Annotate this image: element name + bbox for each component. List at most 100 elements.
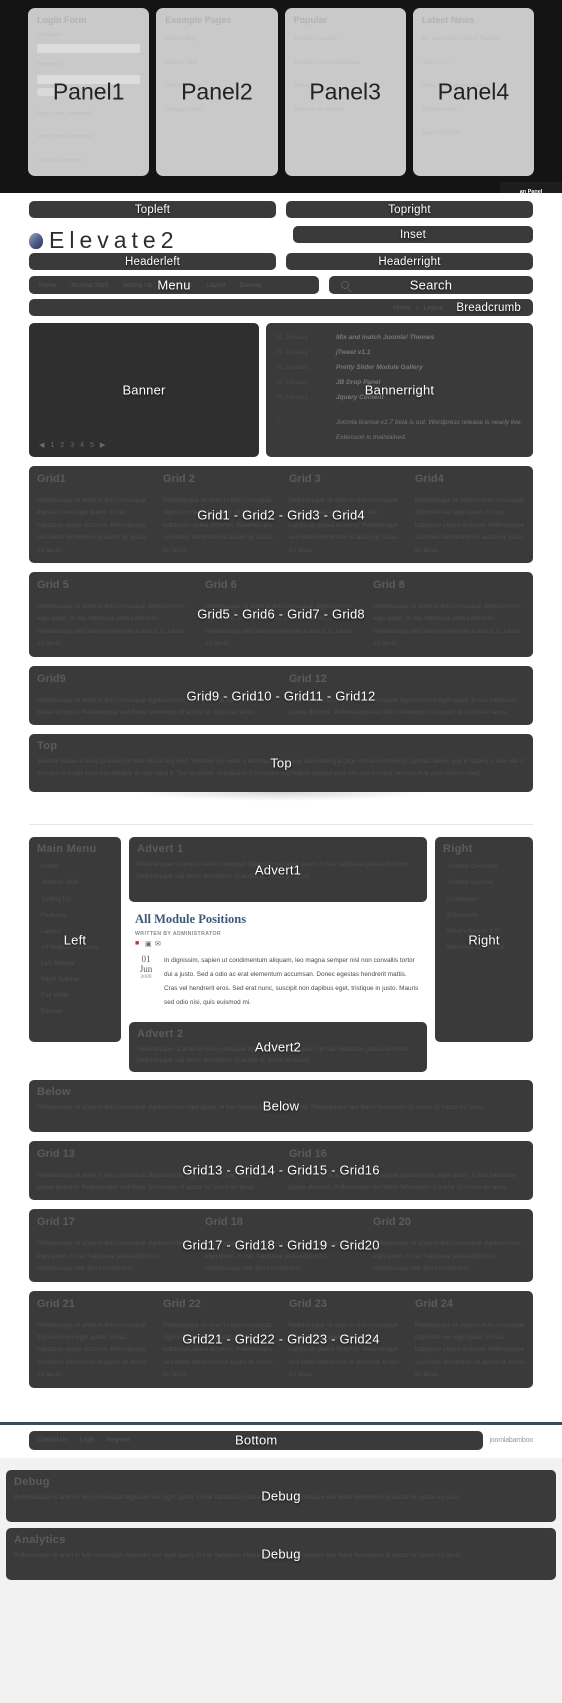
slider-dot[interactable]: 4: [80, 442, 84, 449]
funnel-icon: ▽: [276, 418, 281, 426]
panel-link[interactable]: Section Table: [156, 49, 277, 73]
list-item[interactable]: 01 January jTweet v1.1: [266, 346, 533, 361]
position-grid-1-4[interactable]: Grid1 Pellentesque sit amet in felis con…: [29, 466, 533, 564]
position-bannerright[interactable]: 01 January Mix and match Joomla! Themes …: [266, 323, 533, 457]
panel-card-login-form[interactable]: Login Form Username Password Forgot your…: [28, 8, 150, 176]
print-icon[interactable]: ▣: [145, 940, 153, 948]
position-topright[interactable]: Topright: [286, 201, 533, 218]
list-item[interactable]: 01 January Mix and match Joomla! Themes: [266, 331, 533, 346]
footer-link-login[interactable]: Login: [80, 1437, 95, 1444]
position-right[interactable]: Right Joomla! Overview Joomla! License G…: [435, 837, 533, 1043]
menu-item[interactable]: All Module Positions: [41, 940, 113, 956]
nav-item-layout[interactable]: Layout: [206, 282, 226, 289]
email-icon[interactable]: ✉: [155, 940, 163, 948]
panel-link[interactable]: Section Blog: [156, 25, 277, 49]
list-item[interactable]: What's New in 1.5?: [447, 924, 525, 940]
create-account-link[interactable]: Create an account: [28, 147, 149, 171]
panel-overlay-label: Panel2: [181, 78, 253, 105]
footer-link-contact-us[interactable]: Contact Us: [37, 1437, 68, 1444]
horizontal-rule: [29, 824, 533, 826]
position-topleft[interactable]: Topleft: [29, 201, 276, 218]
username-input[interactable]: [37, 44, 141, 54]
panel-card-popular[interactable]: Popular Joomla! Overview Joomla! License…: [284, 8, 406, 176]
nav-item-home[interactable]: Home: [39, 282, 56, 289]
position-search[interactable]: Search: [329, 276, 533, 294]
slider-next-icon[interactable]: ▶: [100, 441, 105, 449]
article-date-year: 2009: [140, 974, 152, 981]
menu-item[interactable]: Full Width: [41, 988, 113, 1004]
list-item[interactable]: Joomla! License Guidelines: [447, 875, 525, 907]
slider-dot[interactable]: 3: [70, 442, 74, 449]
position-grid-5-8[interactable]: Grid 5 Pellentesque sit amet in felis co…: [29, 572, 533, 657]
menu-item[interactable]: Joomla! Stuff: [41, 875, 113, 891]
grid-cell: Grid 13 Pellentesque sit amet in felis c…: [29, 1141, 281, 1195]
forgot-username-link[interactable]: Forgot your username?: [28, 123, 149, 147]
position-breadcrumb[interactable]: Home › Layout Breadcrumb: [29, 299, 533, 316]
list-item[interactable]: Welcome to Joomla!: [447, 940, 525, 956]
list-item[interactable]: Extensions: [447, 908, 525, 924]
panel-link[interactable]: jTweet v1.1: [413, 49, 534, 73]
slider-dot[interactable]: 1: [50, 442, 54, 449]
menu-item[interactable]: Right Sidebar: [41, 972, 113, 988]
menu-item[interactable]: Features: [41, 908, 113, 924]
breadcrumb-item-layout[interactable]: Layout: [423, 304, 443, 311]
panel-link[interactable]: Mix and match Joomla! Themes: [413, 25, 534, 49]
position-grid-17-20[interactable]: Grid 17 Pellentesque sit amet in felis c…: [29, 1209, 533, 1282]
list-item[interactable]: 01 January JB Drop Panel: [266, 376, 533, 391]
position-debug[interactable]: Debug Pellentesque sit amet in felis con…: [6, 1470, 556, 1522]
nav-item-features[interactable]: Features: [167, 282, 193, 289]
position-banner[interactable]: ◀ 1 2 3 4 5 ▶ Banner: [29, 323, 259, 457]
position-grid-9-12[interactable]: Grid9 Pellentesque sit amet in felis con…: [29, 665, 533, 726]
panel-card-latest-news[interactable]: Latest News Mix and match Joomla! Themes…: [412, 8, 534, 176]
nav-item-setting-up[interactable]: Setting Up: [122, 282, 152, 289]
position-grid-13-16[interactable]: Grid 13 Pellentesque sit amet in felis c…: [29, 1140, 533, 1201]
position-inset[interactable]: Inset: [293, 226, 533, 243]
site-logo[interactable]: Elevate2: [29, 227, 179, 254]
position-below[interactable]: Below Pellentesque sit amet in felis con…: [29, 1079, 533, 1132]
menu-item[interactable]: Setting Up: [41, 892, 113, 908]
footer-link-register[interactable]: Register: [107, 1437, 130, 1444]
list-item[interactable]: Joomla! Overview: [447, 859, 525, 875]
joomlabamboo-logo[interactable]: joomlabamboo: [489, 1437, 533, 1444]
menu-item[interactable]: Elevate: [41, 1004, 113, 1020]
module-body: Pellentesque sit amet in felis consequat…: [14, 1552, 462, 1559]
grid-cell-body: Pellentesque sit amet in felis consequat…: [205, 603, 353, 648]
panel-link[interactable]: Jquery Content: [413, 119, 534, 143]
position-menu[interactable]: Home Joomla! Stuff Setting Up Features L…: [29, 276, 319, 294]
position-grid-21-24[interactable]: Grid 21 Pellentesque sit amet in felis c…: [29, 1290, 533, 1388]
breadcrumb-item-home[interactable]: Home: [393, 304, 410, 311]
menu-item[interactable]: Left Sidebar: [41, 956, 113, 972]
list-item[interactable]: 01 January Jquery Content: [266, 391, 533, 406]
article-date-month: Jun: [139, 964, 153, 975]
module-body: Joomla! makes it easy to launch a Web si…: [37, 758, 525, 777]
panel-link[interactable]: Joomla! Overview: [285, 25, 406, 49]
panel-link[interactable]: Joomla! License Guidelines: [285, 49, 406, 73]
nav-item-elevate[interactable]: Elevate: [240, 282, 262, 289]
position-left[interactable]: Main Menu Home Joomla! Stuff Setting Up …: [29, 837, 121, 1043]
position-headerright[interactable]: Headerright: [286, 253, 533, 270]
menu-item[interactable]: Layout: [41, 924, 113, 940]
list-item[interactable]: 01 January Pretty Slider Module Gallery: [266, 361, 533, 376]
position-advert2[interactable]: Advert 2 Pellentesque sit amet in felis …: [129, 1021, 427, 1072]
position-top[interactable]: Top Joomla! makes it easy to launch a We…: [29, 734, 533, 793]
position-bottom[interactable]: Contact Us Login Register Bottom: [29, 1430, 484, 1450]
panel-title: Latest News: [421, 15, 475, 25]
grid-cell-title: Grid 20: [373, 1216, 411, 1229]
panel-card-example-pages[interactable]: Example Pages Section Blog Section Table…: [156, 8, 278, 176]
position-headerleft[interactable]: Headerleft: [29, 253, 276, 270]
menu-item[interactable]: Home: [41, 859, 113, 875]
slider-prev-icon[interactable]: ◀: [39, 441, 44, 449]
grid-cell-title: Grid 22: [163, 1297, 201, 1310]
username-label: Username: [37, 32, 63, 38]
slider-pagination[interactable]: ◀ 1 2 3 4 5 ▶: [39, 441, 105, 450]
slider-dot[interactable]: 2: [60, 442, 64, 449]
position-analytics[interactable]: Analytics Pellentesque sit amet in felis…: [6, 1528, 556, 1580]
pdf-icon[interactable]: ■: [135, 940, 143, 948]
grid-cell-title: Grid 12: [289, 672, 327, 685]
nav-item-joomla-stuff[interactable]: Joomla! Stuff: [70, 282, 108, 289]
position-advert1[interactable]: Advert 1 Pellentesque sit amet in felis …: [129, 837, 427, 903]
article-body-row: 01 Jun 2009 In dignissim, sapien ut cond…: [135, 954, 421, 1009]
analytics-module-block: Analytics Pellentesque sit amet in felis…: [6, 1528, 556, 1580]
grid-cell-body: Pellentesque sit amet in felis consequat…: [373, 1240, 521, 1273]
slider-dot[interactable]: 5: [90, 442, 94, 449]
